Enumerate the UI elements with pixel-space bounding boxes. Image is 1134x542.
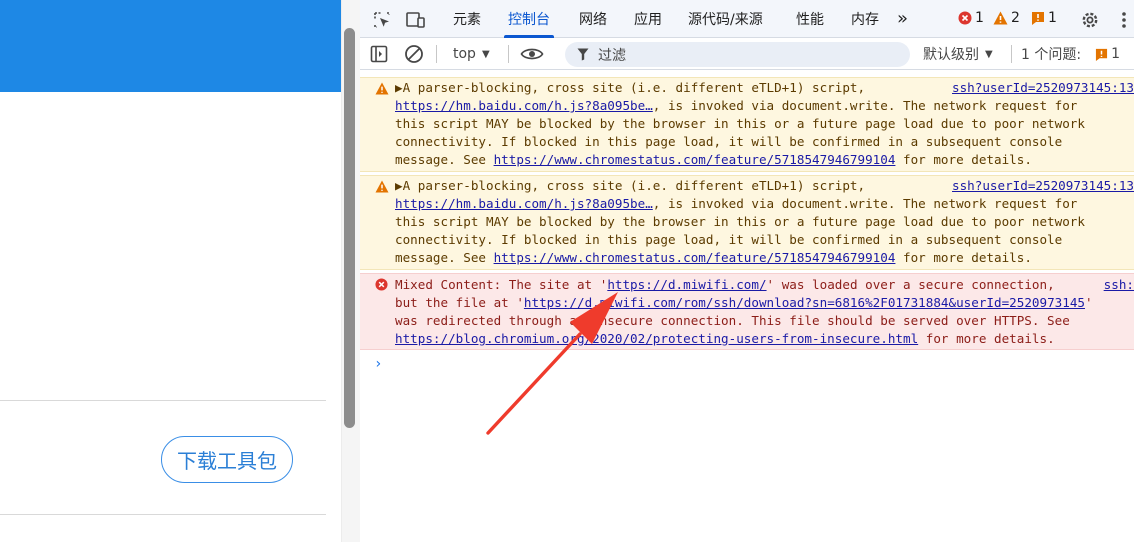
message-text: ▶A parser-blocking, cross site (i.e. dif…: [395, 178, 866, 193]
message-text: message. See: [395, 250, 494, 265]
tab-application[interactable]: 应用: [634, 0, 662, 38]
message-text: , is invoked via document.write. The net…: [652, 196, 1078, 211]
log-level-selector[interactable]: 默认级别 ▼: [923, 42, 993, 66]
filter-icon: [577, 48, 589, 61]
message-text: message. See: [395, 152, 494, 167]
message-text: , is invoked via document.write. The net…: [652, 98, 1078, 113]
error-count[interactable]: 1: [958, 10, 984, 26]
divider: [0, 400, 326, 401]
issues-indicator[interactable]: 1 个问题: 1: [1021, 42, 1120, 66]
tab-console[interactable]: 控制台: [504, 0, 554, 38]
issue-icon: [1032, 12, 1044, 25]
device-toolbar-icon[interactable]: [404, 8, 428, 32]
message-text: for more details.: [918, 331, 1055, 346]
divider: [508, 45, 509, 63]
divider: [0, 514, 326, 515]
live-expression-eye-icon[interactable]: [520, 42, 544, 66]
message-source-link[interactable]: ssh:: [1104, 276, 1134, 294]
message-text: this script MAY be blocked by the browse…: [395, 214, 1085, 229]
warning-icon: [375, 82, 389, 95]
chevron-down-icon: ▼: [985, 48, 993, 60]
message-text: but the file at ': [395, 295, 524, 310]
devtools-panel: 元素 控制台 网络 应用 源代码/来源 性能 内存 » 1 2 1 top ▼ …: [360, 0, 1134, 542]
warning-count[interactable]: 2: [993, 10, 1020, 26]
message-text: this script MAY be blocked by the browse…: [395, 116, 1085, 131]
message-source-link[interactable]: ssh?userId=2520973145:13: [952, 177, 1134, 195]
console-error-message[interactable]: Mixed Content: The site at 'https://d.mi…: [360, 273, 1134, 350]
more-options-icon[interactable]: [1112, 8, 1134, 32]
inspect-element-icon[interactable]: [370, 8, 394, 32]
message-text: for more details.: [895, 152, 1032, 167]
message-text: for more details.: [895, 250, 1032, 265]
console-warning-message[interactable]: ▶A parser-blocking, cross site (i.e. dif…: [360, 77, 1134, 172]
issues-count-label: 1: [1111, 46, 1120, 62]
chromestatus-link[interactable]: https://www.chromestatus.com/feature/571…: [494, 250, 896, 265]
error-count-label: 1: [975, 10, 984, 26]
console-warning-message[interactable]: ▶A parser-blocking, cross site (i.e. dif…: [360, 175, 1134, 270]
clear-console-icon[interactable]: [404, 42, 424, 66]
chevron-down-icon: ▼: [481, 48, 490, 60]
tab-sources[interactable]: 源代码/来源: [688, 0, 763, 38]
issue-count-label: 1: [1048, 10, 1057, 26]
issue-count[interactable]: 1: [1031, 10, 1057, 26]
chromium-blog-link[interactable]: https://blog.chromium.org/2020/02/protec…: [395, 331, 918, 346]
console-filter-input[interactable]: 过滤: [565, 42, 910, 67]
sidebar-toggle-icon[interactable]: [370, 42, 388, 66]
warning-icon: [993, 11, 1008, 25]
message-text: ▶A parser-blocking, cross site (i.e. dif…: [395, 80, 866, 95]
issues-label: 1 个问题:: [1021, 47, 1082, 63]
download-file-link[interactable]: https://d.miwifi.com/rom/ssh/download?sn…: [524, 295, 1085, 310]
tab-elements[interactable]: 元素: [453, 0, 481, 38]
warning-count-label: 2: [1011, 10, 1020, 26]
message-text: connectivity. If blocked in this page lo…: [395, 134, 1063, 149]
more-tabs-icon[interactable]: »: [897, 0, 908, 38]
page-header-bar: [0, 0, 341, 92]
chromestatus-link[interactable]: https://www.chromestatus.com/feature/571…: [494, 152, 896, 167]
message-text: connectivity. If blocked in this page lo…: [395, 232, 1063, 247]
download-toolkit-button[interactable]: 下载工具包: [161, 436, 293, 483]
context-label: top: [453, 46, 476, 62]
devtools-tab-bar: 元素 控制台 网络 应用 源代码/来源 性能 内存 » 1 2 1: [360, 0, 1134, 38]
console-prompt-chevron-icon[interactable]: ›: [374, 356, 382, 372]
log-level-label: 默认级别: [923, 47, 979, 63]
tab-memory[interactable]: 内存: [851, 0, 879, 38]
tab-network[interactable]: 网络: [579, 0, 607, 38]
filter-placeholder: 过滤: [598, 47, 626, 64]
context-selector[interactable]: top ▼: [453, 42, 490, 66]
page-scrollbar-thumb[interactable]: [344, 28, 355, 428]
warning-icon: [375, 180, 389, 193]
error-icon: [375, 278, 388, 291]
script-link[interactable]: https://hm.baidu.com/h.js?8a095be…: [395, 196, 653, 211]
web-page: 下载工具包: [0, 0, 341, 542]
console-toolbar: top ▼ 过滤 默认级别 ▼ 1 个问题: 1: [360, 38, 1134, 70]
message-text: was redirected through an insecure conne…: [395, 313, 1070, 328]
miwifi-site-link[interactable]: https://d.miwifi.com/: [607, 277, 766, 292]
message-text: Mixed Content: The site at ': [395, 277, 608, 292]
divider: [1011, 45, 1012, 63]
divider: [436, 45, 437, 63]
message-source-link[interactable]: ssh?userId=2520973145:13: [952, 79, 1134, 97]
message-text: ' was loaded over a secure connection,: [766, 277, 1055, 292]
issue-icon: [1096, 48, 1108, 61]
tab-performance[interactable]: 性能: [796, 0, 824, 38]
message-text: ': [1084, 295, 1093, 310]
settings-gear-icon[interactable]: [1078, 8, 1102, 32]
script-link[interactable]: https://hm.baidu.com/h.js?8a095be…: [395, 98, 653, 113]
error-icon: [958, 11, 972, 25]
